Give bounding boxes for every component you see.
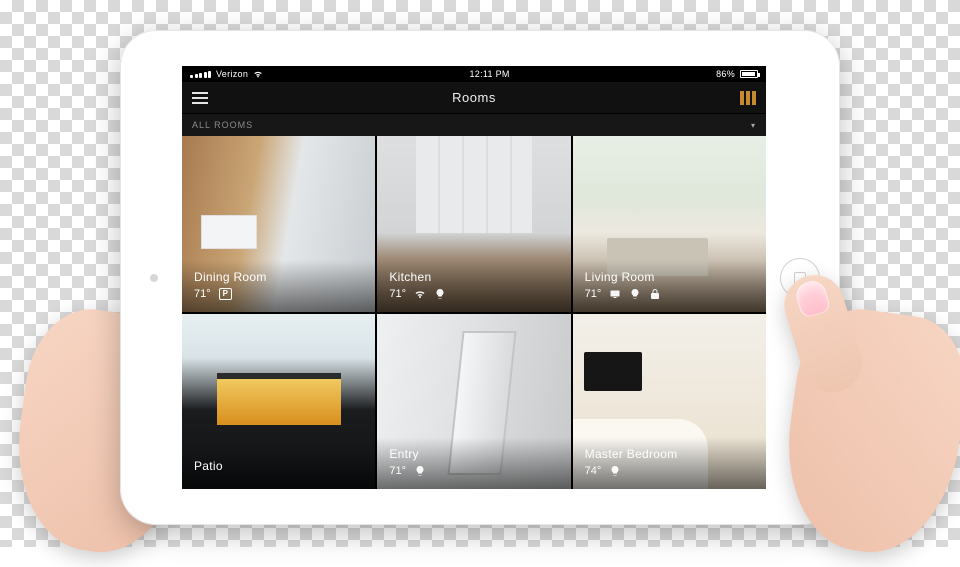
room-temp: 74° [585, 465, 602, 477]
filter-label: ALL ROOMS [192, 120, 253, 130]
room-name-label: Entry [389, 447, 558, 461]
room-name-label: Master Bedroom [585, 447, 754, 461]
chevron-down-icon: ▾ [751, 121, 756, 130]
bulb-icon [414, 465, 426, 477]
wifi-icon [414, 288, 426, 300]
pandora-icon: P [219, 288, 232, 300]
room-name-label: Patio [194, 459, 363, 473]
room-temp: 71° [585, 288, 602, 300]
nav-bar: Rooms [182, 82, 766, 114]
tablet-device: Verizon 12:11 PM 86% Rooms ALL ROOMS ▾ [120, 30, 840, 525]
front-camera [150, 274, 158, 282]
room-name-label: Dining Room [194, 270, 363, 284]
page-title: Rooms [452, 90, 496, 105]
tv-icon [609, 288, 621, 300]
menu-button[interactable] [192, 92, 208, 104]
wifi-icon [253, 69, 263, 79]
room-name-label: Kitchen [389, 270, 558, 284]
room-name-label: Living Room [585, 270, 754, 284]
lock-icon [649, 288, 661, 300]
rooms-grid: Dining Room 71° P Kitchen 71° [182, 136, 766, 489]
room-tile-patio[interactable]: Patio [182, 314, 375, 490]
signal-icon [190, 70, 211, 78]
clock-label: 12:11 PM [469, 69, 509, 79]
carrier-label: Verizon [216, 69, 248, 79]
layout-toggle-button[interactable] [740, 91, 756, 105]
room-tile-kitchen[interactable]: Kitchen 71° [377, 136, 570, 312]
room-filter-dropdown[interactable]: ALL ROOMS ▾ [182, 114, 766, 136]
room-tile-master-bedroom[interactable]: Master Bedroom 74° [573, 314, 766, 490]
room-tile-living-room[interactable]: Living Room 71° [573, 136, 766, 312]
room-tile-dining-room[interactable]: Dining Room 71° P [182, 136, 375, 312]
room-tile-entry[interactable]: Entry 71° [377, 314, 570, 490]
hand-right [790, 312, 960, 552]
room-temp: 71° [389, 288, 406, 300]
bulb-icon [434, 288, 446, 300]
bulb-icon [609, 465, 621, 477]
battery-icon [740, 70, 758, 78]
bulb-icon [629, 288, 641, 300]
battery-percent: 86% [716, 69, 735, 79]
room-temp: 71° [389, 465, 406, 477]
status-bar: Verizon 12:11 PM 86% [182, 66, 766, 82]
app-screen: Verizon 12:11 PM 86% Rooms ALL ROOMS ▾ [182, 66, 766, 489]
room-temp: 71° [194, 288, 211, 300]
